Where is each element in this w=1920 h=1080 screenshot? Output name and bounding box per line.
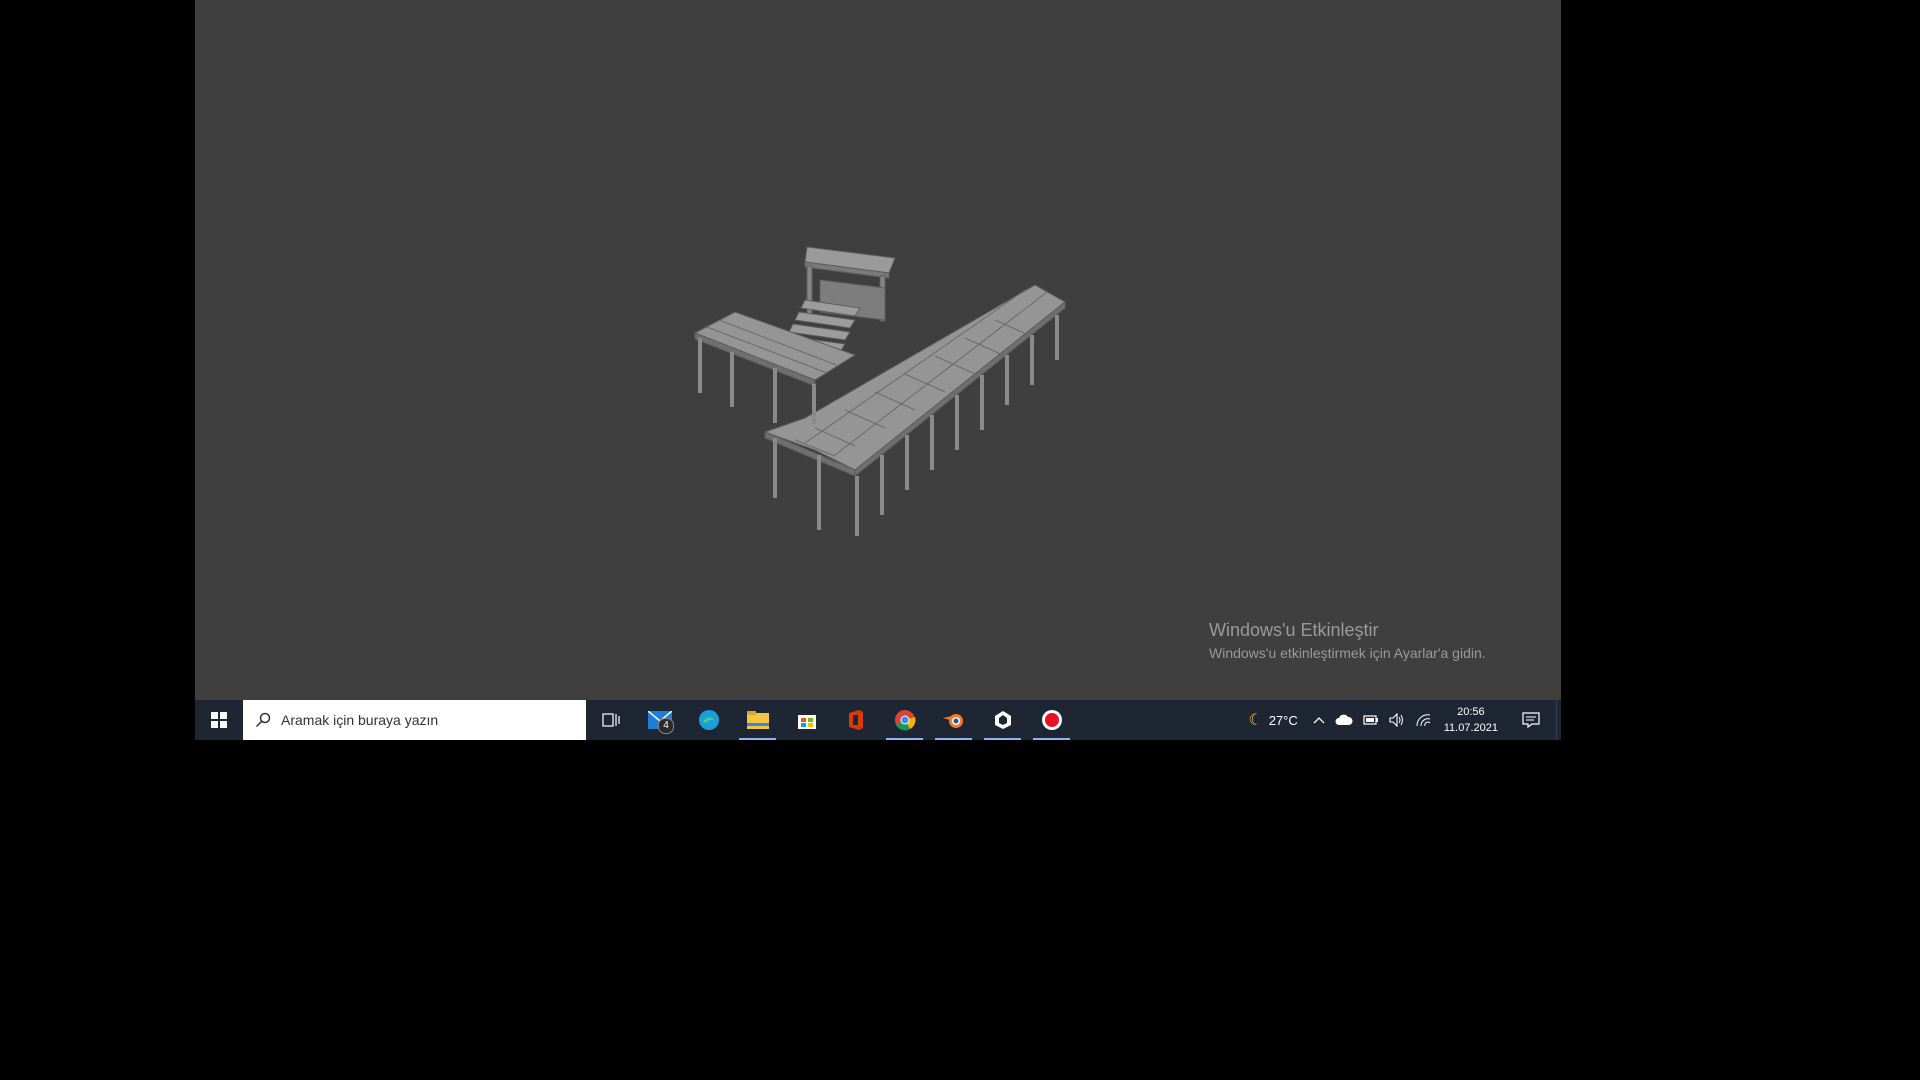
cloud-icon: [1335, 714, 1353, 725]
action-center-button[interactable]: [1506, 700, 1556, 740]
battery-icon: [1363, 715, 1378, 725]
search-box[interactable]: Aramak için buraya yazın: [243, 700, 586, 740]
task-view-icon: [601, 713, 620, 727]
search-placeholder: Aramak için buraya yazın: [281, 712, 439, 728]
record-button[interactable]: [1027, 700, 1076, 740]
file-explorer-icon: [746, 711, 769, 729]
chevron-up-icon: [1313, 717, 1325, 724]
edge-button[interactable]: [684, 700, 733, 740]
blender-button[interactable]: [929, 700, 978, 740]
show-desktop-button[interactable]: [1556, 700, 1561, 740]
show-hidden-icons-button[interactable]: [1308, 700, 1330, 740]
office-button[interactable]: [831, 700, 880, 740]
network-button[interactable]: [1410, 700, 1436, 740]
activation-watermark: Windows'u Etkinleştir Windows'u etkinleş…: [1209, 620, 1486, 661]
battery-button[interactable]: [1358, 700, 1384, 740]
screen: Windows'u Etkinleştir Windows'u etkinleş…: [195, 0, 1561, 740]
volume-button[interactable]: [1384, 700, 1410, 740]
mail-badge: 4: [658, 718, 674, 734]
pier-model: [693, 246, 1066, 536]
wifi-icon: [1416, 714, 1431, 727]
store-button[interactable]: [782, 700, 831, 740]
clock[interactable]: 20:56 11.07.2021: [1436, 700, 1506, 740]
chrome-icon: [894, 710, 915, 731]
mail-button[interactable]: 4: [635, 700, 684, 740]
unity-icon: [994, 711, 1011, 729]
edge-icon: [698, 710, 719, 730]
speaker-icon: [1389, 713, 1403, 727]
system-tray: ☾ 27°C 20:56 11.07.2021: [1238, 700, 1561, 740]
record-icon: [1041, 710, 1062, 730]
notification-icon: [1522, 712, 1540, 728]
file-explorer-button[interactable]: [733, 700, 782, 740]
watermark-title: Windows'u Etkinleştir: [1209, 620, 1379, 640]
clock-date: 11.07.2021: [1443, 722, 1498, 734]
blender-icon: [942, 714, 963, 728]
unity-button[interactable]: [978, 700, 1027, 740]
moon-icon: ☾: [1248, 712, 1263, 729]
chrome-button[interactable]: [880, 700, 929, 740]
start-button[interactable]: [195, 700, 243, 740]
task-view-button[interactable]: [586, 700, 635, 740]
search-icon: [255, 712, 271, 728]
office-icon: [848, 710, 863, 730]
windows-logo-icon: [211, 712, 227, 728]
clock-time: 20:56: [1457, 706, 1485, 718]
temperature: 27°C: [1268, 712, 1298, 728]
watermark-subtitle: Windows'u etkinleştirmek için Ayarlar'a …: [1209, 645, 1486, 661]
taskbar: Aramak için buraya yazın 4 ☾ 27°C 20:56 …: [195, 700, 1561, 740]
store-icon: [797, 715, 816, 729]
3d-viewport[interactable]: Windows'u Etkinleştir Windows'u etkinleş…: [195, 0, 1561, 700]
weather-widget[interactable]: ☾ 27°C: [1238, 700, 1307, 740]
onedrive-button[interactable]: [1330, 700, 1358, 740]
